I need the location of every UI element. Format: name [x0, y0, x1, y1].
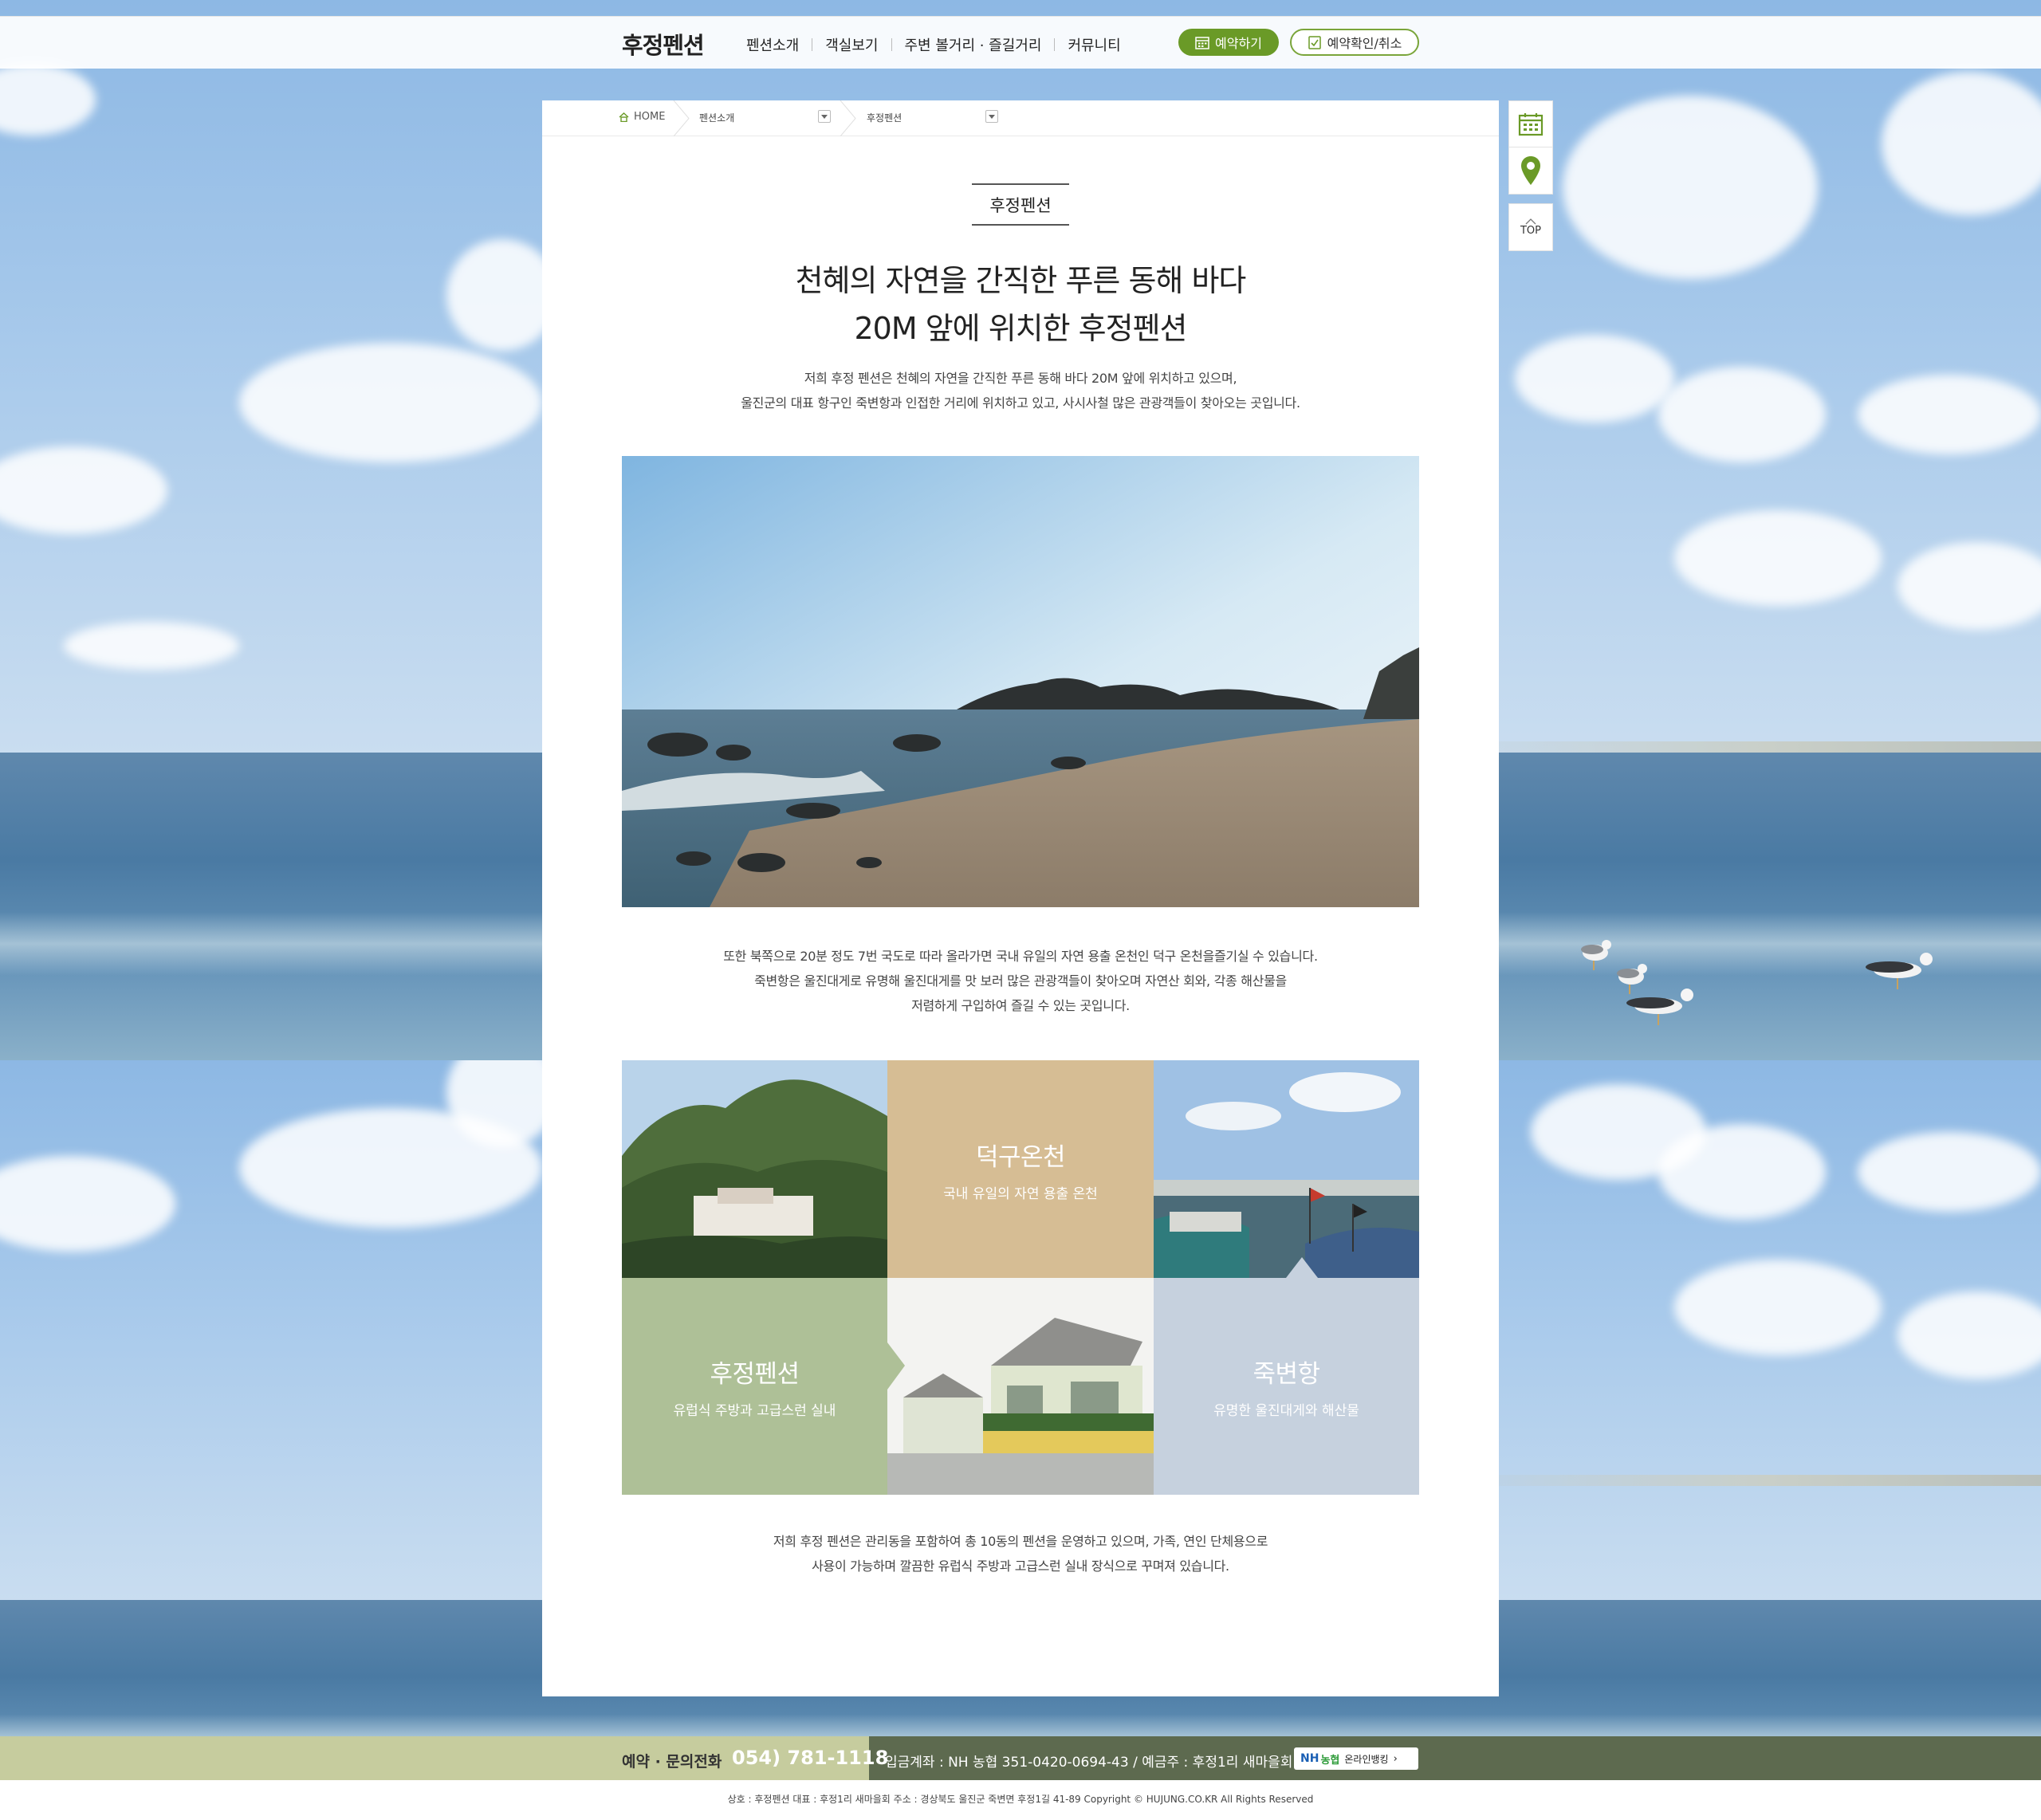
caret-down-icon [821, 114, 828, 119]
reserve-button-label: 예약하기 [1215, 36, 1262, 51]
tile-subtitle: 유럽식 주방과 고급스런 실내 [673, 1403, 836, 1419]
reserve-button[interactable]: 예약하기 [1178, 29, 1279, 56]
chevron-up-icon [1525, 218, 1536, 224]
breadcrumb-home[interactable]: HOME [619, 111, 665, 123]
breadcrumb-level2[interactable]: 후정펜션 [867, 111, 902, 124]
quick-reserve-button[interactable] [1508, 100, 1553, 147]
hot-spring-photo [622, 1060, 887, 1278]
attractions-paragraph: 또한 북쪽으로 20분 정도 7번 국도로 따라 올라가면 국내 유일의 자연 … [542, 944, 1499, 1018]
paragraph-line: 저희 후정 펜션은 천혜의 자연을 간직한 푸른 동해 바다 20M 앞에 위치… [804, 371, 1237, 386]
paragraph-line: 죽변항은 울진대게로 유명해 울진대게를 맛 보러 많은 관광객들이 찾아오며 … [754, 973, 1287, 989]
phone-number[interactable]: 054) 781-1118 [732, 1747, 888, 1769]
tile-deokgu-hotspring[interactable]: 덕구온천 국내 유일의 자연 용출 온천 [887, 1060, 1154, 1278]
intro-paragraph: 저희 후정 펜션은 천혜의 자연을 간직한 푸른 동해 바다 20M 앞에 위치… [542, 366, 1499, 415]
nav-divider [891, 38, 892, 51]
phone-label: 예약 · 문의전화 [622, 1753, 722, 1771]
breadcrumb-level1-dropdown[interactable] [818, 110, 831, 123]
home-icon [619, 112, 629, 122]
reservation-check-button[interactable]: 예약확인/취소 [1290, 29, 1419, 56]
caret-down-icon [989, 114, 995, 119]
calendar-icon [1518, 112, 1544, 136]
main-nav: 펜션소개 객실보기 주변 볼거리 · 즐길거리 커뮤니티 [746, 34, 1121, 55]
tile-subtitle: 유명한 울진대게와 해산물 [1213, 1403, 1359, 1419]
scroll-top-button[interactable]: TOP [1508, 203, 1553, 251]
footer-info: 상호 : 후정펜션 대표 : 후정1리 새마을회 주소 : 경상북도 울진군 죽… [0, 1780, 2041, 1820]
reservation-check-label: 예약확인/취소 [1327, 36, 1402, 51]
breadcrumb: HOME 펜션소개 후정펜션 [542, 100, 1499, 136]
site-header: 후정펜션 펜션소개 객실보기 주변 볼거리 · 즐길거리 커뮤니티 예약하기 예… [0, 16, 2041, 69]
calendar-icon [1195, 36, 1209, 49]
breadcrumb-separator [673, 100, 690, 136]
headline-line: 천혜의 자연을 간직한 푸른 동해 바다 [795, 263, 1247, 298]
map-pin-icon [1521, 156, 1540, 185]
nav-item-attractions[interactable]: 주변 볼거리 · 즐길거리 [905, 34, 1042, 55]
chevron-right-icon: › [1393, 1752, 1398, 1765]
scroll-top-label: TOP [1520, 224, 1541, 237]
breadcrumb-level2-dropdown[interactable] [985, 110, 998, 123]
tile-title: 후정펜션 [710, 1360, 800, 1389]
attractions-grid: 덕구온천 국내 유일의 자연 용출 온천 후정펜션 유럽식 주방과 고급스런 실… [622, 1060, 1419, 1495]
paragraph-line: 사용이 가능하며 깔끔한 유럽식 주방과 고급스런 실내 장식으로 꾸며져 있습… [812, 1559, 1229, 1574]
pension-building-photo [887, 1278, 1154, 1495]
seagull-image [1626, 989, 1693, 1025]
tile-title: 죽변항 [1253, 1360, 1320, 1389]
paragraph-line: 울진군의 대표 항구인 죽변항과 인접한 거리에 위치하고 있고, 사시사철 많… [741, 395, 1300, 411]
site-logo[interactable]: 후정펜션 [622, 27, 705, 61]
beach-photo [622, 456, 1419, 907]
tile-jukbyeon-port[interactable]: 죽변항 유명한 울진대게와 해산물 [1154, 1278, 1419, 1495]
seagull-image [1866, 953, 1933, 989]
nav-item-community[interactable]: 커뮤니티 [1068, 34, 1120, 55]
paragraph-line: 저희 후정 펜션은 관리동을 포함하여 총 10동의 펜션을 운영하고 있으며,… [773, 1534, 1268, 1549]
breadcrumb-home-label: HOME [634, 111, 666, 123]
tile-subtitle: 국내 유일의 자연 용출 온천 [943, 1185, 1098, 1202]
paragraph-line: 또한 북쪽으로 20분 정도 7번 국도로 따라 올라가면 국내 유일의 자연 … [723, 949, 1318, 964]
breadcrumb-separator [840, 100, 856, 136]
paragraph-line: 저렴하게 구입하여 즐길 수 있는 곳입니다. [911, 998, 1130, 1013]
company-info-text: 상호 : 후정펜션 대표 : 후정1리 새마을회 주소 : 경상북도 울진군 죽… [727, 1794, 1314, 1805]
tile-hujung-pension[interactable]: 후정펜션 유럽식 주방과 고급스런 실내 [622, 1278, 887, 1495]
page-title: 후정펜션 [972, 183, 1069, 226]
content-card: HOME 펜션소개 후정펜션 후정펜션 천혜의 자연을 간직한 푸른 동해 바다… [542, 100, 1499, 1696]
bank-account-info: 입금계좌 : NH 농협 351-0420-0694-43 / 예금주 : 후정… [885, 1755, 1293, 1771]
main-headline: 천혜의 자연을 간직한 푸른 동해 바다 20M 앞에 위치한 후정펜션 [542, 257, 1499, 352]
quick-location-button[interactable] [1508, 147, 1553, 195]
harbor-photo [1154, 1060, 1419, 1278]
facilities-paragraph: 저희 후정 펜션은 관리동을 포함하여 총 10동의 펜션을 운영하고 있으며,… [542, 1529, 1499, 1578]
nh-online-banking-button[interactable]: NH 농협 온라인뱅킹 › [1294, 1747, 1418, 1770]
tile-title: 덕구온천 [975, 1142, 1066, 1172]
nav-divider [1054, 38, 1056, 51]
nh-logo-text: NH [1300, 1752, 1319, 1765]
footer-contact-bar: 예약 · 문의전화 054) 781-1118 입금계좌 : NH 농협 351… [0, 1736, 2041, 1780]
nav-item-rooms[interactable]: 객실보기 [825, 34, 878, 55]
nh-logo-korean: 농협 [1320, 1754, 1340, 1767]
checklist-icon [1308, 36, 1321, 49]
online-banking-label: 온라인뱅킹 [1344, 1753, 1389, 1765]
headline-line: 20M 앞에 위치한 후정펜션 [854, 311, 1187, 346]
breadcrumb-level1[interactable]: 펜션소개 [699, 111, 734, 124]
nav-item-pension-intro[interactable]: 펜션소개 [746, 34, 799, 55]
